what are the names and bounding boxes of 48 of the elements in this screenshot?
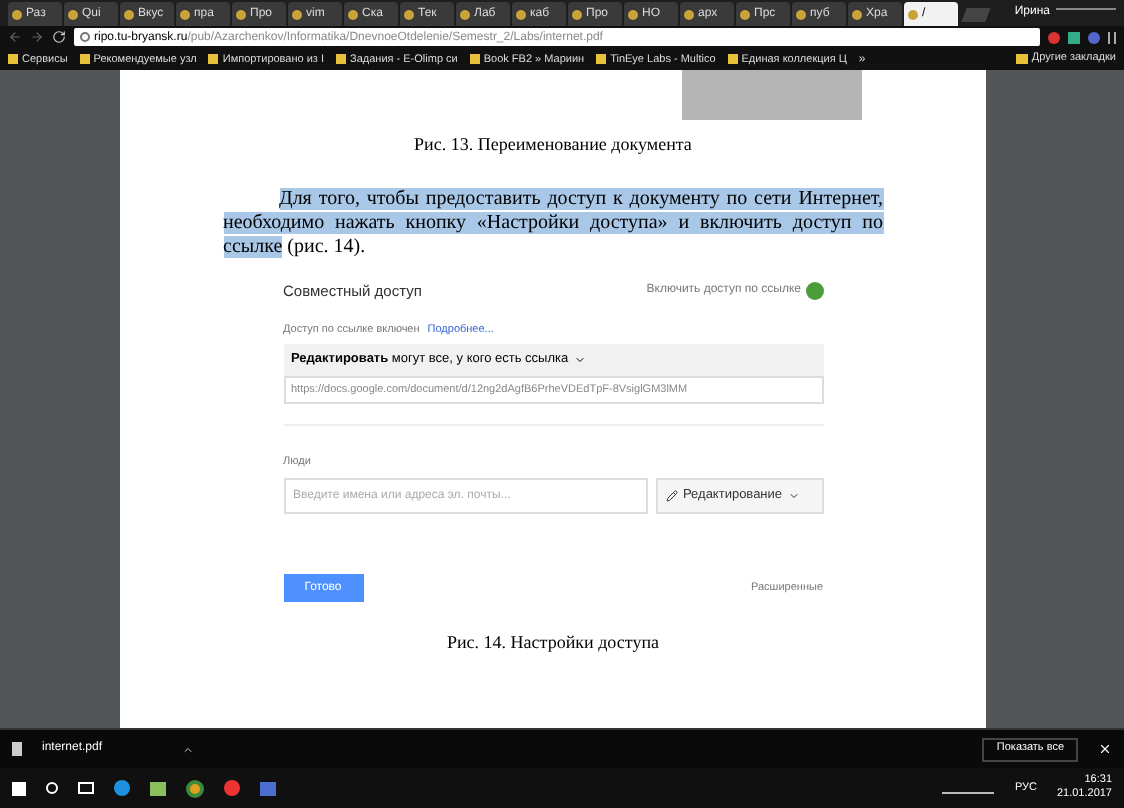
reader-icon[interactable] [260,781,276,795]
photos-icon[interactable] [150,781,166,795]
tab-favicon-icon [236,9,246,19]
tab-favicon-icon [740,9,750,19]
browser-icon[interactable] [114,780,130,796]
tab-favicon-icon [516,9,526,19]
tab-favicon-icon [684,9,694,19]
browser-icon[interactable] [186,779,204,797]
forward-arrow-icon[interactable] [30,30,44,44]
tab-favicon-icon [796,9,806,19]
tab-favicon-icon [348,9,358,19]
file-icon [12,742,22,756]
caret-up-icon[interactable] [182,743,195,755]
tab-favicon-icon [180,9,190,19]
figure-caption: Рис. 13. Переименование документа [414,132,692,158]
task-view-icon[interactable] [78,782,94,794]
bookmark-favicon-icon [208,54,219,64]
caret-icon [574,354,587,366]
folder-icon [1015,54,1028,64]
menu-icon[interactable] [1108,31,1116,43]
bookmark-favicon-icon [596,54,607,64]
tab-favicon-icon [572,9,582,19]
tab-favicon-icon [12,9,22,19]
paragraph: Для того, чтобы предоставить доступ к документу по сети Интернет, необходимо нажать кнопку «Настройки доступа» и включить доступ по ссылке (рис. 14). [223,187,883,259]
tab-favicon-icon [460,9,470,19]
pencil-icon [665,490,677,503]
close-icon[interactable] [1098,742,1112,756]
info-icon [80,32,90,42]
bookmark-favicon-icon [727,54,738,64]
back-arrow-icon[interactable] [8,30,22,44]
search-icon[interactable] [46,782,58,794]
figure-caption: Рис. 14. Настройки доступа [446,630,660,657]
reload-icon[interactable] [52,30,66,44]
bookmark-favicon-icon [8,54,18,64]
link-icon [805,281,823,300]
tab-favicon-icon [292,9,302,19]
browser-icon[interactable] [224,780,240,796]
bookmark-favicon-icon [336,54,347,64]
bookmark-favicon-icon [469,54,480,64]
caret-icon [788,490,801,503]
tab-favicon-icon [68,9,78,19]
tab-favicon-icon [404,9,414,19]
windows-start-icon[interactable] [12,781,26,795]
tab-favicon-icon [124,9,134,19]
tab-favicon-icon [908,9,918,19]
tab-favicon-icon [852,9,862,19]
tab-favicon-icon [628,9,638,19]
bookmark-favicon-icon [79,54,90,64]
